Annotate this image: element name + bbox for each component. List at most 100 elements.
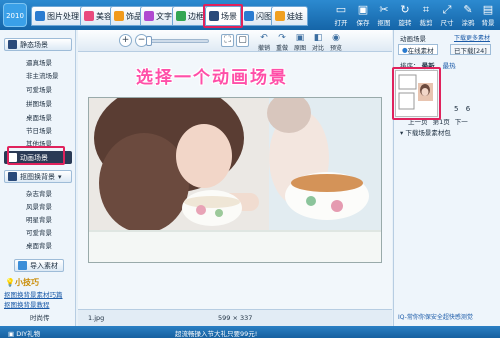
filename-label: 1.jpg	[88, 314, 105, 322]
rotate-icon: ↻	[400, 3, 410, 16]
save-button[interactable]: ▣ 保存	[352, 3, 374, 29]
sidebar-item[interactable]: 桌面背景	[26, 240, 52, 250]
photo-illustration	[89, 98, 381, 262]
zoom-in-button[interactable]: +	[119, 34, 132, 47]
download-more-link[interactable]: 下载更多素材	[454, 33, 490, 42]
sidebar-item[interactable]: 可爱场景	[26, 84, 52, 94]
tips-link[interactable]: 抠图换背景教程	[4, 299, 50, 309]
actual-size-button[interactable]: ▢	[236, 34, 249, 47]
top-toolbar: 2010 图片处理 美容 饰品 文字 边框 场景 闪图 娃娃 ▭ 打开 ▣ 保存 ✂…	[0, 0, 500, 30]
tab-label: 文字	[156, 11, 172, 21]
fit-screen-button[interactable]: ⛶	[221, 34, 234, 47]
cutout-background-icon	[8, 172, 17, 181]
preview-button[interactable]: ◉ 预览	[328, 33, 344, 52]
static-scene-icon	[8, 40, 17, 49]
gift-link[interactable]: ▣ DIY礼物	[8, 328, 40, 338]
resize-button[interactable]: ⤢ 尺寸	[436, 3, 458, 29]
folder-icon: ▭	[335, 3, 347, 16]
import-icon	[18, 261, 27, 270]
background-button[interactable]: ▤ 背景	[477, 3, 499, 29]
tab-downloaded-material[interactable]: 已下载[24]	[450, 44, 491, 55]
next-page-link[interactable]: 下一	[455, 118, 468, 126]
download-pack-link[interactable]: ▾ 下载场景素材包	[400, 127, 451, 137]
tool-label: 抠图	[377, 19, 391, 27]
undo-icon: ↶	[260, 33, 268, 43]
chevron-down-icon: ▾	[58, 172, 62, 181]
sidebar-item[interactable]: 可爱背景	[26, 227, 52, 237]
actual-size-icon: ▢	[238, 35, 247, 45]
cutout-button[interactable]: ✂ 抠图	[373, 3, 395, 29]
bulb-icon: 💡	[5, 278, 15, 287]
face-icon	[84, 11, 94, 21]
promo-text[interactable]: 超流畅操入节大礼只要99元!	[175, 328, 257, 338]
heart-icon	[114, 11, 124, 21]
tab-image-processing[interactable]: 图片处理	[31, 6, 84, 26]
brush-button[interactable]: ✎ 涂鸦	[457, 3, 479, 29]
brush-icon: ✎	[463, 3, 473, 16]
tab-label: 边框	[188, 11, 204, 21]
redo-button[interactable]: ↷ 重做	[274, 33, 290, 52]
text-icon	[144, 11, 154, 21]
image-dimensions: 599 × 337	[218, 314, 253, 322]
doll-icon	[275, 11, 285, 21]
image-icon	[35, 11, 45, 21]
footer-bar: ▣ DIY礼物 超流畅操入节大礼只要99元!	[0, 326, 500, 338]
sidebar-item[interactable]: 桌面场景	[26, 112, 52, 122]
sidebar-item[interactable]: 节日场景	[26, 125, 52, 135]
highlight-animated-scene	[7, 146, 65, 165]
redo-icon: ↷	[278, 33, 286, 43]
download-icon: ▾	[400, 129, 404, 137]
tips-link[interactable]: 抠图换背景素材巧篇	[4, 289, 63, 299]
sidebar-item[interactable]: 非主流场景	[26, 70, 59, 80]
tab-label: 闪图	[256, 11, 272, 21]
tab-doll[interactable]: 娃娃	[271, 6, 308, 26]
zoom-slider-knob[interactable]	[146, 36, 152, 46]
tab-online-material[interactable]: ● 在线素材	[398, 44, 438, 55]
canvas-toolbar: + − ⛶ ▢ ↶ 撤销 ↷ 重做 ▣ 原图 ◧ 对比 ◉ 预览	[78, 30, 392, 52]
crop-icon: ⌗	[422, 3, 430, 16]
import-material-button[interactable]: 导入素材	[14, 259, 64, 272]
undo-button[interactable]: ↶ 撤销	[256, 33, 272, 52]
open-button[interactable]: ▭ 打开	[330, 3, 352, 29]
flash-icon	[244, 11, 254, 21]
frame-icon	[176, 11, 186, 21]
sidebar-item[interactable]: 风景背景	[26, 201, 52, 211]
gift-icon: ▣	[8, 330, 15, 338]
sidebar-item[interactable]: 拼图场景	[26, 98, 52, 108]
canvas-photo	[88, 97, 382, 263]
bottom-note[interactable]: IQ-常你你保安全超快感测觉	[398, 312, 473, 321]
cutout-icon: ✂	[379, 3, 389, 16]
tool-label: 尺寸	[440, 19, 454, 27]
sidebar-item[interactable]: 明星背景	[26, 214, 52, 224]
crop-button[interactable]: ⌗ 裁剪	[415, 3, 437, 29]
highlight-scene-tab	[203, 4, 243, 28]
static-scene-section[interactable]: 静态场景	[4, 38, 72, 51]
preview-icon: ◉	[332, 33, 340, 43]
tab-label: 图片处理	[47, 11, 79, 21]
compare-icon: ◧	[313, 33, 323, 43]
tool-label: 背景	[481, 19, 495, 27]
sort-hot[interactable]: 最热	[443, 62, 456, 70]
highlight-scene-thumbnail	[392, 67, 441, 120]
instruction-overlay: 选择一个动画场景	[136, 68, 288, 88]
sidebar-item[interactable]: 杂志背景	[26, 188, 52, 198]
tab-label: 娃娃	[287, 11, 303, 21]
tool-label: 旋转	[398, 19, 412, 27]
page-link[interactable]: 6	[466, 105, 470, 113]
background-icon: ▤	[482, 3, 494, 16]
rotate-button[interactable]: ↻ 旋转	[394, 3, 416, 29]
resize-icon: ⤢	[442, 3, 452, 16]
tool-label: 打开	[334, 19, 348, 27]
tips-title: 💡小技巧	[5, 277, 39, 288]
app-logo: 2010	[3, 3, 27, 27]
zoom-slider[interactable]	[146, 36, 209, 46]
sidebar-item[interactable]: 逼真场景	[26, 57, 52, 67]
original-button[interactable]: ▣ 原图	[292, 33, 308, 52]
compare-button[interactable]: ◧ 对比	[310, 33, 326, 52]
tips-title-text: 小技巧	[14, 278, 39, 287]
cutout-background-section[interactable]: 抠图换背景 ▾	[4, 170, 72, 183]
section-label: 静态场景	[20, 40, 48, 49]
panel-title: 动画场景	[400, 35, 426, 43]
tool-label: 保存	[356, 19, 370, 27]
page-link[interactable]: 5	[454, 105, 458, 113]
